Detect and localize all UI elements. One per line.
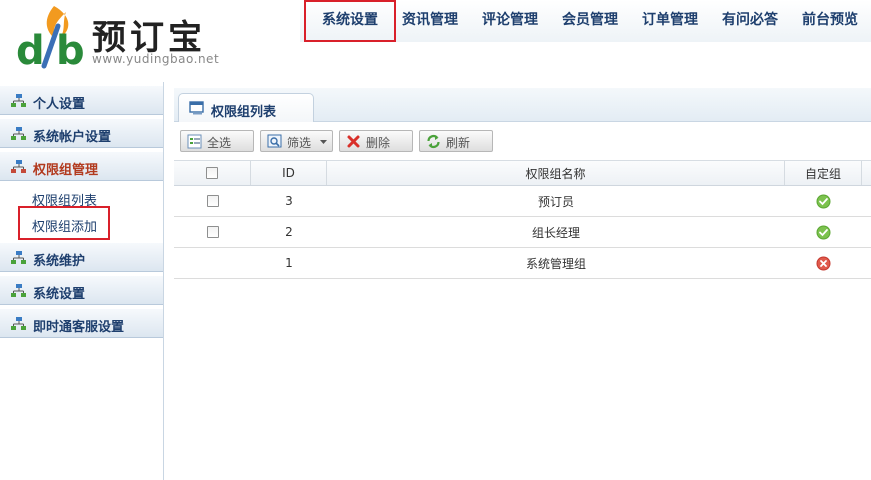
header-custom-group[interactable]: 自定组 [785,161,862,185]
cell-id: 3 [285,194,293,208]
svg-text:d: d [16,28,45,74]
sidebar-item-label: 权限组管理 [33,163,99,178]
refresh-label: 刷新 [446,136,471,150]
select-all-button[interactable]: 全选 [180,130,254,152]
sidebar-item-maintenance[interactable]: 系统维护 [0,242,163,272]
filter-button[interactable]: 筛选 [260,130,333,152]
nav-news[interactable]: 资讯管理 [398,0,462,42]
org-chart-icon [11,251,26,264]
check-circle-icon [816,225,831,239]
select-all-icon [187,134,202,149]
filter-label: 筛选 [287,136,312,150]
sidebar-item-system-settings[interactable]: 系统设置 [0,275,163,305]
table-row[interactable]: 2 组长经理 [174,217,871,248]
main-panel: 权限组列表 全选 筛选 删除 刷新 ID 权限组名称 自定组 3 预订员 2 组… [174,88,871,480]
tab-label: 权限组列表 [211,105,277,120]
logo-url: www.yudingbao.net [92,52,220,66]
sidebar-item-label: 系统设置 [33,287,86,302]
sidebar-item-permission-groups[interactable]: 权限组管理 [0,151,163,181]
cell-group-name: 系统管理组 [525,256,586,271]
sidebar-item-label: 即时通客服设置 [33,320,125,335]
cell-group-name: 预订员 [537,194,574,209]
select-all-label: 全选 [207,136,232,150]
table-row[interactable]: 3 预订员 [174,186,871,217]
header-group-name[interactable]: 权限组名称 [327,161,785,185]
x-circle-icon [816,256,831,270]
org-chart-icon [11,94,26,107]
org-chart-icon [11,160,26,173]
sidebar-item-label: 个人设置 [33,97,86,112]
sidebar-item-label: 系统维护 [33,254,86,269]
row-checkbox-cell [174,186,251,216]
row-checkbox-cell [174,217,251,247]
nav-members[interactable]: 会员管理 [558,0,622,42]
sidebar-item-label: 系统帐户设置 [33,130,112,145]
org-chart-icon [11,127,26,140]
header-checkbox-cell [174,161,251,185]
tab-group-list[interactable]: 权限组列表 [178,93,314,123]
cell-custom [785,217,862,247]
table-header-row: ID 权限组名称 自定组 [174,160,871,186]
chevron-down-icon [320,140,327,144]
refresh-icon [427,135,440,148]
nav-comments[interactable]: 评论管理 [478,0,542,42]
select-all-checkbox[interactable] [206,167,218,179]
window-icon [189,101,204,115]
highlight-box [18,206,110,240]
delete-button[interactable]: 删除 [339,130,413,152]
row-checkbox[interactable] [206,226,219,238]
tab-bar: 权限组列表 [174,88,871,123]
logo-mark-icon: d b [16,6,85,74]
toolbar: 全选 筛选 删除 刷新 [174,122,871,160]
row-checkbox-cell [174,248,251,278]
refresh-button[interactable]: 刷新 [419,130,493,152]
cell-group-name: 组长经理 [531,225,580,240]
nav-qa[interactable]: 有问必答 [718,0,782,42]
sidebar: 个人设置 系统帐户设置 权限组管理 权限组列表 权限组添加 系统维护 系统设置 [0,82,164,480]
sidebar-item-account-settings[interactable]: 系统帐户设置 [0,118,163,148]
org-chart-icon [11,317,26,330]
table-row[interactable]: 1 系统管理组 [174,248,871,279]
sidebar-item-personal-settings[interactable]: 个人设置 [0,85,163,115]
header-id[interactable]: ID [251,161,327,185]
org-chart-icon [11,284,26,297]
svg-text:b: b [56,28,85,74]
delete-label: 删除 [366,136,391,150]
check-circle-icon [816,194,831,208]
cell-id: 1 [285,256,293,270]
cell-custom [785,186,862,216]
row-checkbox[interactable] [206,195,219,207]
sidebar-item-im-service[interactable]: 即时通客服设置 [0,308,163,338]
nav-orders[interactable]: 订单管理 [638,0,702,42]
nav-system-settings[interactable]: 系统设置 [304,0,396,42]
logo[interactable]: d b 预订宝 www.yudingbao.net [14,4,234,78]
nav-preview[interactable]: 前台预览 [798,0,862,42]
delete-x-icon [347,135,360,148]
top-nav: 系统设置 资讯管理 评论管理 会员管理 订单管理 有问必答 前台预览 [300,0,871,42]
filter-search-icon [267,134,282,148]
cell-id: 2 [285,225,293,239]
header: d b 预订宝 www.yudingbao.net 系统设置 资讯管理 评论管理… [0,0,871,82]
cell-custom [785,248,862,278]
